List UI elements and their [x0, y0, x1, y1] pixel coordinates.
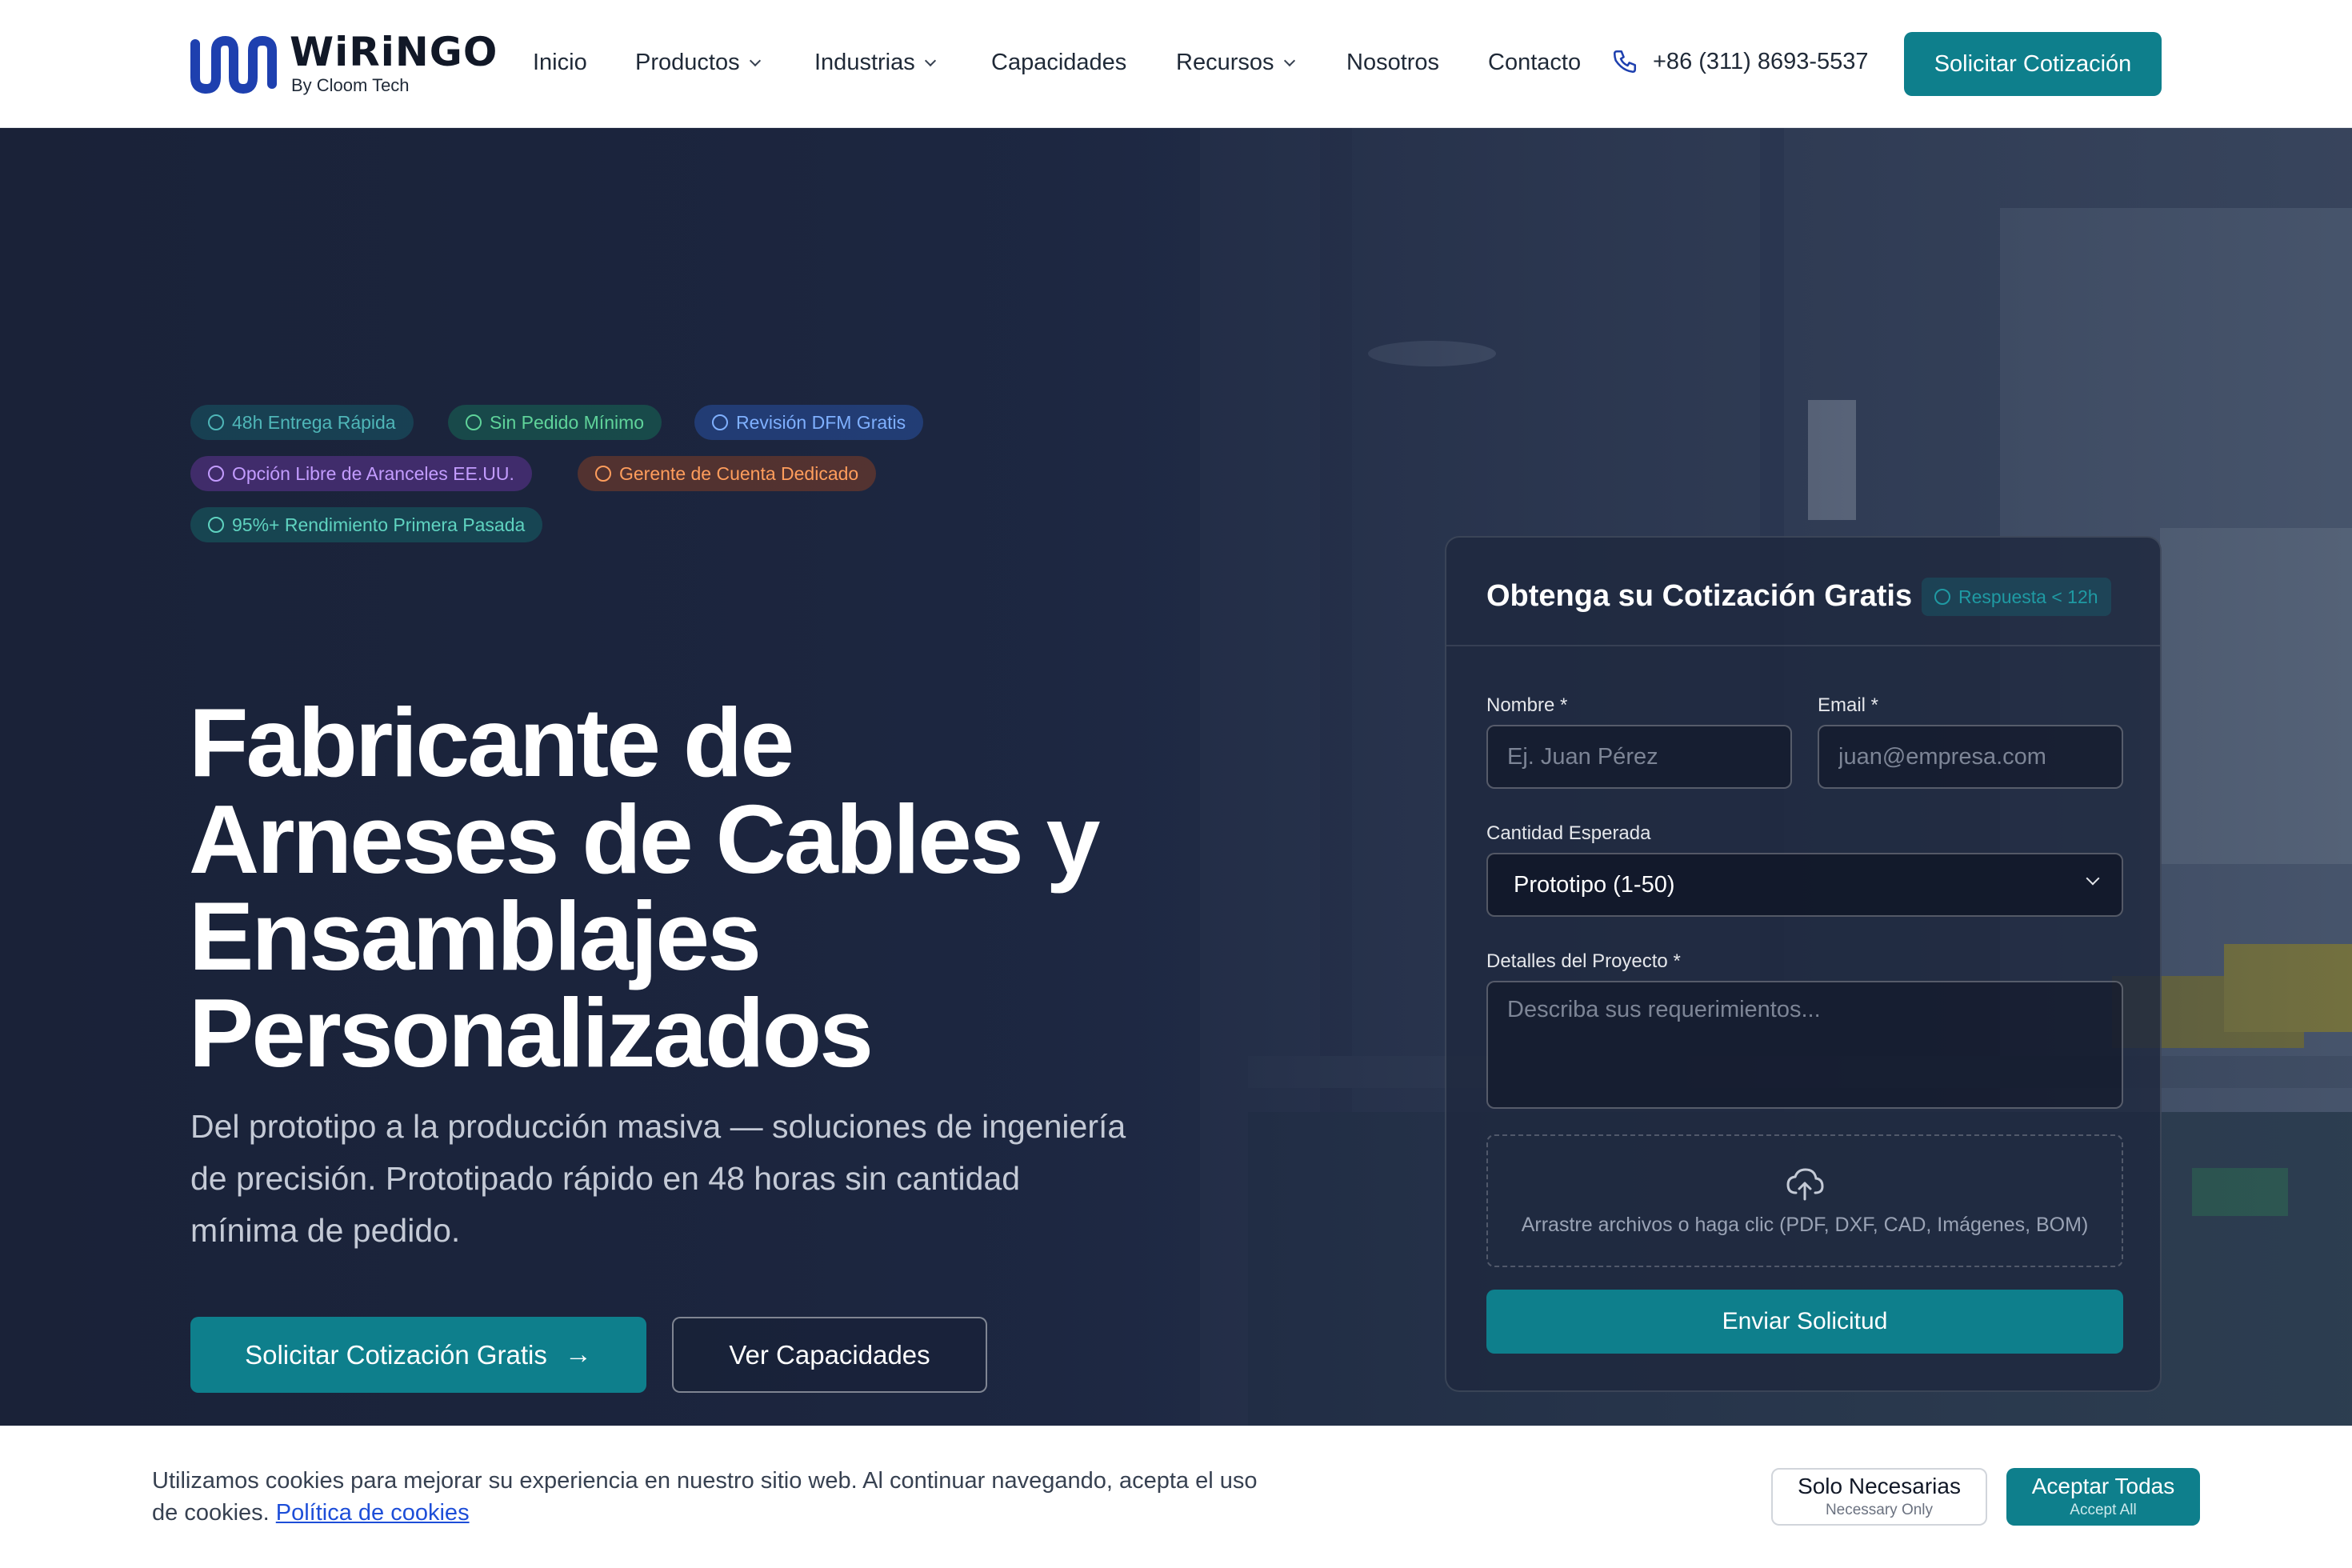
- target-icon: [208, 517, 224, 533]
- accept-all-label: Aceptar Todas: [2031, 1474, 2175, 1499]
- arrow-right-icon: →: [564, 1339, 592, 1370]
- accept-all-cookies-button[interactable]: Aceptar Todas Accept All: [2006, 1468, 2200, 1526]
- phone-link[interactable]: +86 (311) 8693-5537: [1611, 48, 1869, 75]
- chevron-down-icon: [2086, 871, 2100, 886]
- hero-title-line: Personalizados: [189, 978, 874, 1087]
- gear-icon: [712, 414, 728, 430]
- free-quote-button[interactable]: Solicitar Cotización Gratis →: [190, 1317, 646, 1393]
- badge-first-pass-yield: 95%+ Rendimiento Primera Pasada: [190, 507, 543, 542]
- nav-item-nosotros[interactable]: Nosotros: [1346, 50, 1439, 76]
- hero-title-line: Ensamblajes: [189, 882, 762, 990]
- email-label: Email *: [1818, 694, 1879, 716]
- phone-icon: [1613, 50, 1637, 74]
- quantity-select[interactable]: Prototipo (1-50): [1486, 853, 2123, 917]
- necessary-cookies-button[interactable]: Solo Necesarias Necessary Only: [1771, 1468, 1987, 1526]
- nav-item-capacidades[interactable]: Capacidades: [991, 50, 1126, 76]
- accept-all-sublabel: Accept All: [2070, 1501, 2137, 1518]
- chevron-down-icon: [1283, 54, 1295, 66]
- quote-form-title: Obtenga su Cotización Gratis: [1486, 579, 1913, 613]
- user-icon: [595, 466, 611, 482]
- quote-form-header: Obtenga su Cotización Gratis Respuesta <…: [1446, 538, 2160, 646]
- hero-title: Fabricante de Arneses de Cables y Ensamb…: [189, 694, 1229, 1082]
- cookie-message: Utilizamos cookies para mejorar su exper…: [152, 1465, 1272, 1529]
- hero-subtitle: Del prototipo a la producción masiva — s…: [190, 1108, 1126, 1249]
- nav-item-productos[interactable]: Productos: [635, 50, 761, 76]
- nav-item-recursos[interactable]: Recursos: [1176, 50, 1295, 76]
- badge-no-minimum: Sin Pedido Mínimo: [448, 405, 662, 440]
- cloud-upload-icon: [1786, 1167, 1824, 1200]
- chevron-down-icon: [924, 54, 936, 66]
- badge-dfm-review: Revisión DFM Gratis: [694, 405, 924, 440]
- nav-item-inicio[interactable]: Inicio: [533, 50, 587, 76]
- project-details-field[interactable]: [1486, 981, 2123, 1109]
- project-details-label: Detalles del Proyecto *: [1486, 950, 1681, 972]
- cookie-policy-link[interactable]: Política de cookies: [276, 1500, 470, 1526]
- name-field[interactable]: [1486, 725, 1792, 789]
- logo[interactable]: WiRiNGO By Cloom Tech: [189, 30, 509, 98]
- view-capabilities-button[interactable]: Ver Capacidades: [672, 1317, 987, 1393]
- name-label: Nombre *: [1486, 694, 1568, 716]
- badge-account-manager: Gerente de Cuenta Dedicado: [578, 456, 877, 491]
- site-header: WiRiNGO By Cloom Tech Inicio Productos I…: [0, 0, 2352, 128]
- quantity-selected-value: Prototipo (1-50): [1514, 871, 1675, 898]
- logo-name: WiRiNGO: [290, 29, 498, 75]
- wiringo-logo-icon: [190, 35, 277, 94]
- hero-title-line: Arneses de Cables y: [189, 785, 1101, 894]
- quote-form-card: Obtenga su Cotización Gratis Respuesta <…: [1445, 536, 2162, 1392]
- quantity-label: Cantidad Esperada: [1486, 822, 1651, 844]
- email-field[interactable]: [1818, 725, 2123, 789]
- chevron-down-icon: [749, 54, 761, 66]
- badge-tariff-free: Opción Libre de Aranceles EE.UU.: [190, 456, 532, 491]
- hero-title-line: Fabricante de: [189, 688, 794, 797]
- cookie-banner: Utilizamos cookies para mejorar su exper…: [0, 1426, 2352, 1568]
- file-upload-dropzone[interactable]: Arrastre archivos o haga clic (PDF, DXF,…: [1486, 1134, 2123, 1267]
- nav-item-industrias[interactable]: Industrias: [814, 50, 936, 76]
- clock-icon: [1934, 589, 1950, 605]
- clock-icon: [208, 414, 224, 430]
- submit-request-button[interactable]: Enviar Solicitud: [1486, 1290, 2123, 1354]
- nav-item-contacto[interactable]: Contacto: [1488, 50, 1581, 76]
- badge-fast-delivery: 48h Entrega Rápida: [190, 405, 414, 440]
- request-quote-button[interactable]: Solicitar Cotización: [1904, 32, 2162, 96]
- no-tariff-icon: [208, 466, 224, 482]
- free-quote-label: Solicitar Cotización Gratis: [245, 1339, 547, 1370]
- necessary-cookies-sublabel: Necessary Only: [1825, 1501, 1934, 1518]
- check-circle-icon: [466, 414, 482, 430]
- response-time-badge: Respuesta < 12h: [1922, 578, 2111, 616]
- necessary-cookies-label: Solo Necesarias: [1798, 1474, 1961, 1499]
- hero-section: 48h Entrega Rápida Sin Pedido Mínimo Rev…: [0, 128, 2352, 1426]
- phone-number: +86 (311) 8693-5537: [1653, 48, 1869, 74]
- upload-instructions: Arrastre archivos o haga clic (PDF, DXF,…: [1521, 1213, 2089, 1236]
- logo-tagline: By Cloom Tech: [291, 75, 410, 95]
